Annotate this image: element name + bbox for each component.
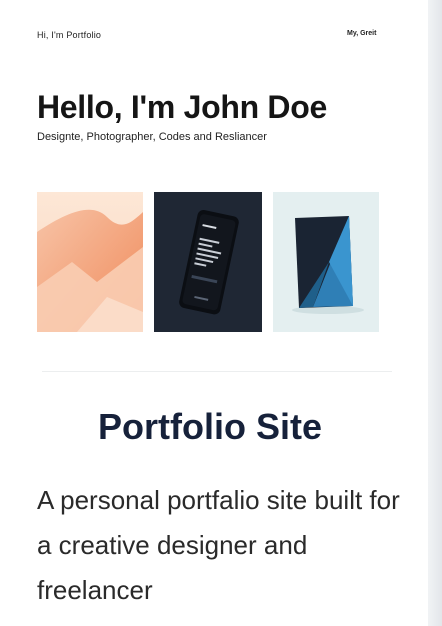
gallery-item-phone[interactable] bbox=[154, 192, 262, 332]
nav-link[interactable]: My, Greit bbox=[347, 30, 376, 37]
nav-brand[interactable]: Hi, I'm Portfolio bbox=[37, 30, 101, 40]
blue-book-object-photo-icon bbox=[273, 192, 379, 332]
hero-heading: Hello, I'm John Doe bbox=[37, 88, 327, 126]
gallery-item-object[interactable] bbox=[273, 192, 379, 332]
hero-name: John Doe bbox=[183, 89, 328, 125]
project-title: Portfolio Site bbox=[98, 406, 322, 447]
gallery-item-abstract[interactable] bbox=[37, 192, 143, 332]
page-edge-shadow bbox=[428, 0, 442, 626]
page: Hi, I'm Portfolio My, Greit Hello, I'm J… bbox=[0, 0, 428, 626]
abstract-gradient-artwork-icon bbox=[37, 192, 143, 332]
project-description: A personal portfalio site built for a cr… bbox=[37, 485, 400, 605]
hero-subtitle: Designte, Photographer, Codes and Reslia… bbox=[37, 131, 267, 143]
phone-mockup-photo-icon bbox=[154, 192, 262, 332]
section-divider bbox=[42, 371, 392, 372]
hero-greeting: Hello, I'm bbox=[37, 89, 175, 125]
